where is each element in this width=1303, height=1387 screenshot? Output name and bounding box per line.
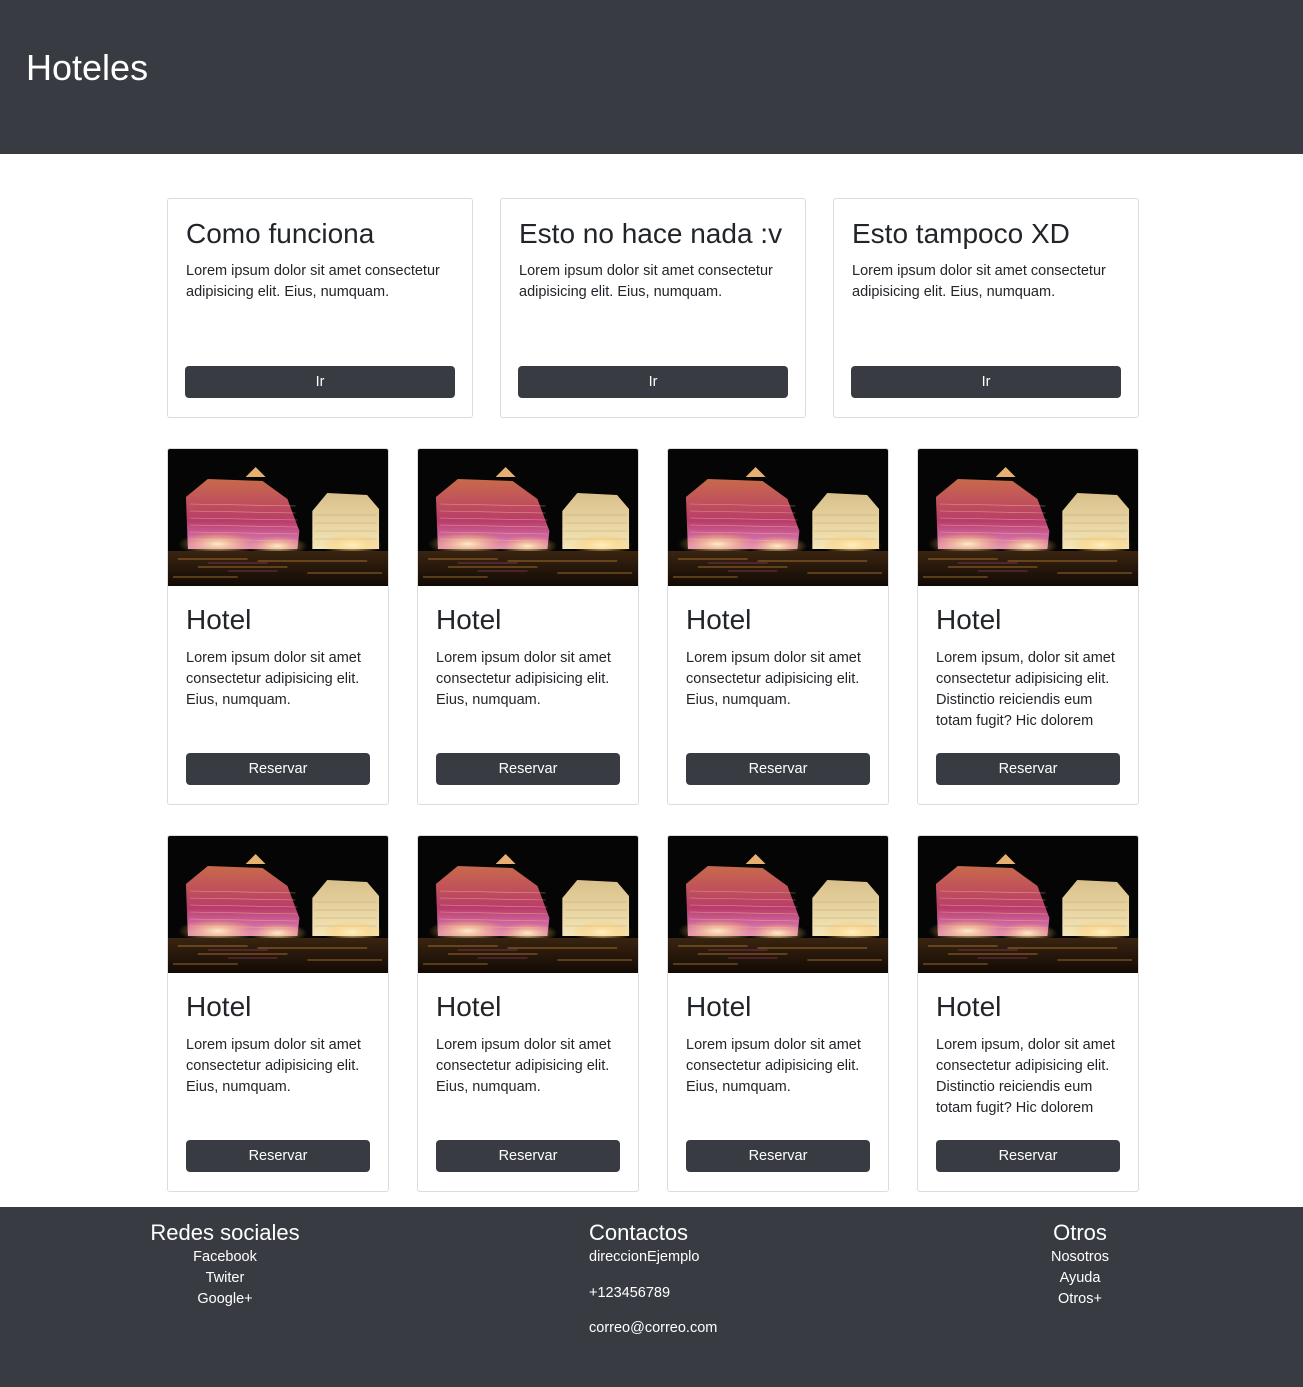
feature-card: Como funciona Lorem ipsum dolor sit amet… xyxy=(167,198,473,418)
hotel-image xyxy=(918,449,1138,586)
hotel-image xyxy=(918,836,1138,973)
hotel-card: Hotel Lorem ipsum dolor sit amet consect… xyxy=(167,448,389,805)
hotel-card-text: Lorem ipsum dolor sit amet consectetur a… xyxy=(686,1037,861,1095)
reservar-button[interactable]: Reservar xyxy=(936,753,1120,785)
hotel-card-title: Hotel xyxy=(186,604,252,635)
footer-link-google-plus[interactable]: Google+ xyxy=(125,1289,325,1310)
hotel-card-text: Lorem ipsum, dolor sit amet consectetur … xyxy=(936,1037,1115,1115)
contact-phone: +123456789 xyxy=(589,1284,671,1301)
feature-card-title: Esto tampoco XD xyxy=(852,218,1070,249)
hotel-image xyxy=(418,836,638,973)
footer-contacts-title: Contactos xyxy=(589,1220,689,1245)
footer-others-section: Otros Nosotros Ayuda Otros+ xyxy=(1030,1219,1130,1310)
reservar-button[interactable]: Reservar xyxy=(686,753,870,785)
hotel-image xyxy=(668,836,888,973)
footer-social-section: Redes sociales Facebook Twiter Google+ xyxy=(125,1219,325,1310)
hotel-image xyxy=(668,449,888,586)
contact-address: direccionEjemplo xyxy=(589,1249,700,1265)
hotel-card-text: Lorem ipsum dolor sit amet consectetur a… xyxy=(436,650,611,708)
hotel-card: Hotel Lorem ipsum dolor sit amet consect… xyxy=(167,835,389,1192)
hotel-card: Hotel Lorem ipsum dolor sit amet consect… xyxy=(417,835,639,1192)
reservar-button[interactable]: Reservar xyxy=(436,1140,620,1172)
footer: Redes sociales Facebook Twiter Google+ C… xyxy=(0,1207,1303,1387)
feature-card: Esto tampoco XD Lorem ipsum dolor sit am… xyxy=(833,198,1139,418)
hotel-card-text: Lorem ipsum dolor sit amet consectetur a… xyxy=(686,650,861,708)
ir-button[interactable]: Ir xyxy=(851,366,1121,398)
ir-button[interactable]: Ir xyxy=(185,366,455,398)
footer-link-facebook[interactable]: Facebook xyxy=(125,1247,325,1268)
hotel-card: Hotel Lorem ipsum dolor sit amet consect… xyxy=(667,448,889,805)
reservar-button[interactable]: Reservar xyxy=(936,1140,1120,1172)
reservar-button[interactable]: Reservar xyxy=(186,753,370,785)
hotel-card: Hotel Lorem ipsum dolor sit amet consect… xyxy=(667,835,889,1192)
footer-link-otros[interactable]: Otros+ xyxy=(1030,1289,1130,1310)
footer-contacts-section: Contactos direccionEjemplo +123456789 co… xyxy=(589,1219,809,1354)
hotel-card: Hotel Lorem ipsum, dolor sit amet consec… xyxy=(917,835,1139,1192)
contact-email: correo@correo.com xyxy=(589,1320,718,1336)
hotel-card-text: Lorem ipsum dolor sit amet consectetur a… xyxy=(186,1037,361,1095)
hotel-card-title: Hotel xyxy=(436,604,502,635)
feature-card-text: Lorem ipsum dolor sit amet consectetur a… xyxy=(852,263,1106,300)
hotel-card-title: Hotel xyxy=(186,991,252,1022)
reservar-button[interactable]: Reservar xyxy=(186,1140,370,1172)
reservar-button[interactable]: Reservar xyxy=(436,753,620,785)
hotel-card-title: Hotel xyxy=(436,991,502,1022)
footer-social-title: Redes sociales xyxy=(150,1220,300,1245)
footer-others-title: Otros xyxy=(1053,1220,1107,1245)
feature-card-text: Lorem ipsum dolor sit amet consectetur a… xyxy=(519,263,773,300)
feature-card-title: Esto no hace nada :v xyxy=(519,218,783,249)
hotel-card-title: Hotel xyxy=(936,991,1002,1022)
hotel-card: Hotel Lorem ipsum dolor sit amet consect… xyxy=(417,448,639,805)
hotel-card-title: Hotel xyxy=(686,991,752,1022)
hotel-image xyxy=(418,449,638,586)
feature-card-text: Lorem ipsum dolor sit amet consectetur a… xyxy=(186,263,440,300)
hotel-card-title: Hotel xyxy=(686,604,752,635)
footer-link-ayuda[interactable]: Ayuda xyxy=(1030,1268,1130,1289)
hotel-card: Hotel Lorem ipsum, dolor sit amet consec… xyxy=(917,448,1139,805)
footer-link-twitter[interactable]: Twiter xyxy=(125,1268,325,1289)
hotel-card-text: Lorem ipsum, dolor sit amet consectetur … xyxy=(936,650,1115,728)
top-header: Hoteles xyxy=(0,0,1303,154)
footer-link-nosotros[interactable]: Nosotros xyxy=(1030,1247,1130,1268)
hotel-card-text: Lorem ipsum dolor sit amet consectetur a… xyxy=(436,1037,611,1095)
page-title: Hoteles xyxy=(26,47,149,88)
hotel-card-text: Lorem ipsum dolor sit amet consectetur a… xyxy=(186,650,361,708)
hotel-card-title: Hotel xyxy=(936,604,1002,635)
hotel-image xyxy=(168,449,388,586)
ir-button[interactable]: Ir xyxy=(518,366,788,398)
reservar-button[interactable]: Reservar xyxy=(686,1140,870,1172)
feature-card: Esto no hace nada :v Lorem ipsum dolor s… xyxy=(500,198,806,418)
feature-card-title: Como funciona xyxy=(186,218,375,249)
hotel-image xyxy=(168,836,388,973)
